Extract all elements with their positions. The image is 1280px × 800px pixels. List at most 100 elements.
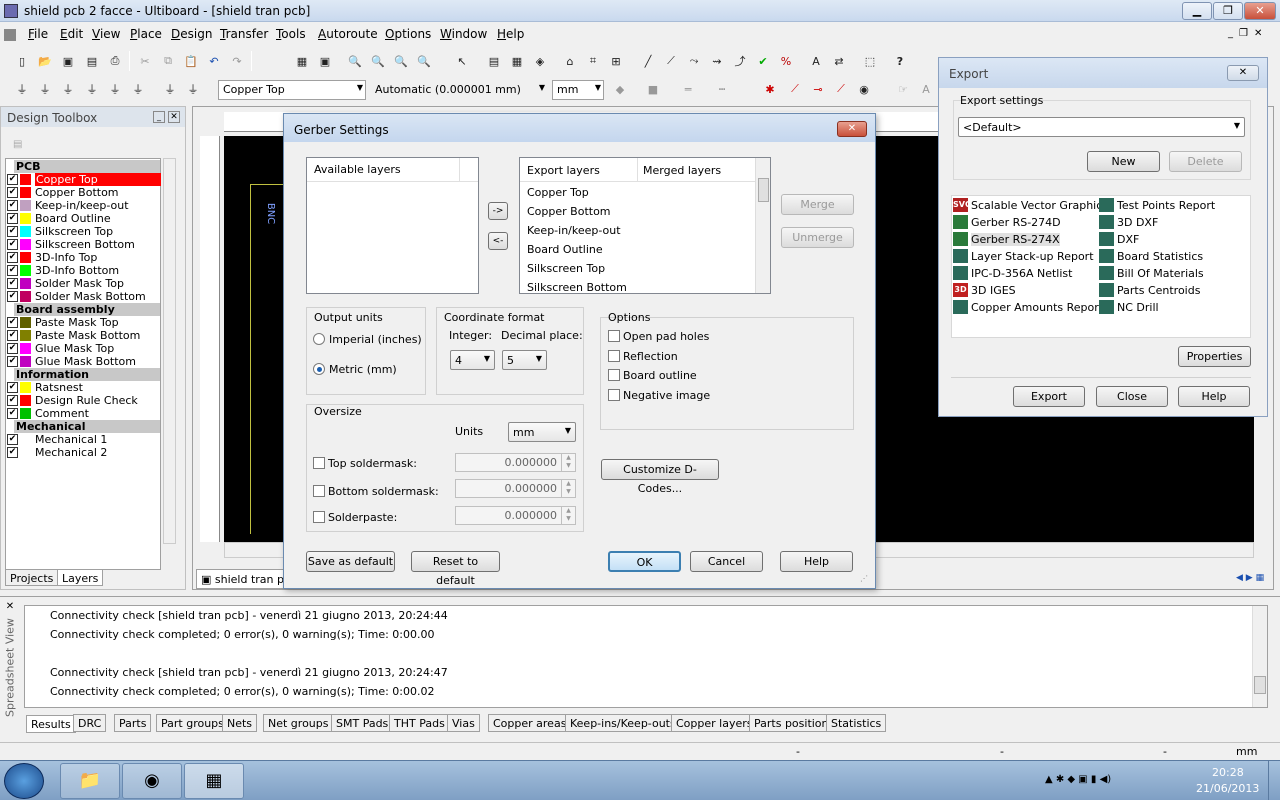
top-soldermask-input[interactable]: 0.000000 ▲ ▼ — [455, 453, 576, 472]
dialog-close-button[interactable]: ✕ — [837, 121, 867, 137]
negative-image-checkbox[interactable] — [608, 389, 620, 401]
open-file-icon[interactable]: 📂 — [35, 51, 55, 71]
filter-icon[interactable]: ⏚ — [82, 79, 102, 99]
component-icon[interactable]: ⌂ — [560, 51, 580, 71]
save-as-default-button[interactable]: Save as default — [306, 551, 395, 572]
sheet-tab-copper-areas[interactable]: Copper areas — [488, 714, 572, 732]
start-button[interactable] — [4, 763, 44, 799]
export-help-button[interactable]: Help — [1178, 386, 1250, 407]
layer-item[interactable]: ✔ Paste Mask Bottom — [7, 329, 161, 342]
sheet-tab-smt-pads[interactable]: SMT Pads — [331, 714, 394, 732]
filter-icon[interactable]: ⏚ — [128, 79, 148, 99]
close-icon[interactable]: ✕ — [168, 111, 180, 123]
drc-icon[interactable]: ✱ — [760, 79, 780, 99]
menu-help[interactable]: Help — [497, 27, 524, 41]
layer-visibility-checkbox[interactable]: ✔ — [7, 291, 18, 302]
layer-group-header[interactable]: Information — [14, 368, 160, 381]
sheet-tab-vias[interactable]: Vias — [447, 714, 480, 732]
layer-item[interactable]: ✔ Comment — [7, 407, 161, 420]
measure-icon[interactable]: ⟋ — [785, 79, 805, 99]
tab-nav-arrows[interactable]: ◀ ▶ ▦ — [1236, 573, 1264, 583]
help-icon[interactable]: ? — [890, 51, 910, 71]
3d-preview-icon[interactable]: ◈ — [530, 51, 550, 71]
export-format-item[interactable]: Parts Centroids — [1099, 282, 1200, 298]
sheet-tab-copper-layers[interactable]: Copper layers — [671, 714, 758, 732]
sheet-tab-statistics[interactable]: Statistics — [826, 714, 887, 732]
layer-item[interactable]: ✔ Silkscreen Top — [7, 225, 161, 238]
filter-icon[interactable]: ⏚ — [12, 79, 32, 99]
layer-item[interactable]: ✔ Solder Mask Top — [7, 277, 161, 290]
bottom-soldermask-input[interactable]: 0.000000 ▲ ▼ — [455, 479, 576, 498]
menu-transfer[interactable]: Transfer — [220, 27, 268, 41]
new-file-icon[interactable]: ▯ — [12, 51, 32, 71]
pin-icon[interactable]: ⟋ — [831, 79, 851, 99]
add-layer-button[interactable]: -> — [488, 202, 508, 220]
line-tool-icon[interactable]: ╱ — [638, 51, 658, 71]
sheet-tab-keep-ins-keep-outs[interactable]: Keep-ins/Keep-outs — [565, 714, 681, 732]
sheet-tab-parts[interactable]: Parts — [114, 714, 152, 732]
swap-icon[interactable]: ⇄ — [829, 51, 849, 71]
layer-item[interactable]: ✔ Copper Top — [7, 173, 161, 186]
reflection-checkbox[interactable] — [608, 350, 620, 362]
filter-icon[interactable]: ⏚ — [35, 79, 55, 99]
select-icon[interactable]: ↖ — [452, 51, 472, 71]
layer-item[interactable]: ✔ Silkscreen Bottom — [7, 238, 161, 251]
unmerge-button[interactable]: Unmerge — [781, 227, 854, 248]
grid-icon[interactable]: ▦ — [292, 51, 312, 71]
layer-item[interactable]: ✔ 3D-Info Top — [7, 251, 161, 264]
export-format-item[interactable]: SVG Scalable Vector Graphics — [953, 197, 1108, 213]
export-close-button[interactable]: Close — [1096, 386, 1168, 407]
export-button[interactable]: Export — [1013, 386, 1085, 407]
trace-tool-icon[interactable]: ⟋ — [661, 51, 681, 71]
layer-item[interactable]: ✔ Glue Mask Top — [7, 342, 161, 355]
explorer-icon[interactable]: 📁 — [60, 763, 120, 799]
merge-button[interactable]: Merge — [781, 194, 854, 215]
top-soldermask-checkbox[interactable] — [313, 457, 325, 469]
export-format-item[interactable]: NC Drill — [1099, 299, 1159, 315]
menu-design[interactable]: Design — [171, 27, 212, 41]
ultiboard-icon[interactable]: ▦ — [184, 763, 244, 799]
properties-button[interactable]: Properties — [1178, 346, 1251, 367]
export-layer-item[interactable]: Silkscreen Top — [527, 262, 605, 275]
filter-icon[interactable]: ⏚ — [160, 79, 180, 99]
document-icon[interactable] — [4, 29, 16, 41]
layer-visibility-checkbox[interactable]: ✔ — [7, 434, 18, 445]
design-toolbox-icon[interactable]: ▤ — [484, 51, 504, 71]
export-format-item[interactable]: IPC-D-356A Netlist — [953, 265, 1072, 281]
spreadsheet-icon[interactable]: ▦ — [507, 51, 527, 71]
export-format-item[interactable]: Layer Stack-up Report — [953, 248, 1094, 264]
export-layer-item[interactable]: Silkscreen Bottom — [527, 281, 627, 293]
chrome-icon[interactable]: ◉ — [122, 763, 182, 799]
remove-layer-button[interactable]: <- — [488, 232, 508, 250]
layer-visibility-checkbox[interactable]: ✔ — [7, 330, 18, 341]
sheet-tab-results[interactable]: Results — [26, 715, 76, 733]
copy-icon[interactable]: ⧉ — [158, 51, 178, 71]
layer-item[interactable]: ✔ Board Outline — [7, 212, 161, 225]
reset-to-default-button[interactable]: Reset to default — [411, 551, 500, 587]
export-close-icon[interactable]: ✕ — [1227, 65, 1259, 81]
menu-window[interactable]: Window — [440, 27, 487, 41]
filter-icon[interactable]: ⏚ — [183, 79, 203, 99]
layer-visibility-checkbox[interactable]: ✔ — [7, 187, 18, 198]
layers-icon[interactable]: ▤ — [13, 139, 25, 151]
export-format-item[interactable]: Gerber RS-274X — [953, 231, 1060, 247]
menu-options[interactable]: Options — [385, 27, 431, 41]
export-format-item[interactable]: Test Points Report — [1099, 197, 1215, 213]
layer-item[interactable]: ✔ Mechanical 1 — [7, 433, 161, 446]
layer-visibility-checkbox[interactable]: ✔ — [7, 200, 18, 211]
mdi-controls[interactable]: _❐✕ — [1228, 28, 1268, 39]
layer-visibility-checkbox[interactable]: ✔ — [7, 278, 18, 289]
layer-visibility-checkbox[interactable]: ✔ — [7, 343, 18, 354]
rect-select-icon[interactable]: ⬚ — [860, 51, 880, 71]
drc-check-icon[interactable]: ✔ — [753, 51, 773, 71]
layer-select[interactable]: Copper Top ▼ — [218, 80, 366, 100]
solderpaste-checkbox[interactable] — [313, 511, 325, 523]
export-list-scrollbar[interactable] — [755, 158, 770, 293]
layer-visibility-checkbox[interactable]: ✔ — [7, 382, 18, 393]
menu-tools[interactable]: Tools — [276, 27, 306, 41]
resize-grip-icon[interactable]: ⋰ — [860, 574, 868, 583]
autoroute-icon[interactable]: ⇝ — [707, 51, 727, 71]
document-tab[interactable]: ▣ shield tran pcb — [196, 569, 286, 589]
zoom-full-icon[interactable]: 🔍 — [414, 51, 434, 71]
layer-item[interactable]: ✔ Paste Mask Top — [7, 316, 161, 329]
